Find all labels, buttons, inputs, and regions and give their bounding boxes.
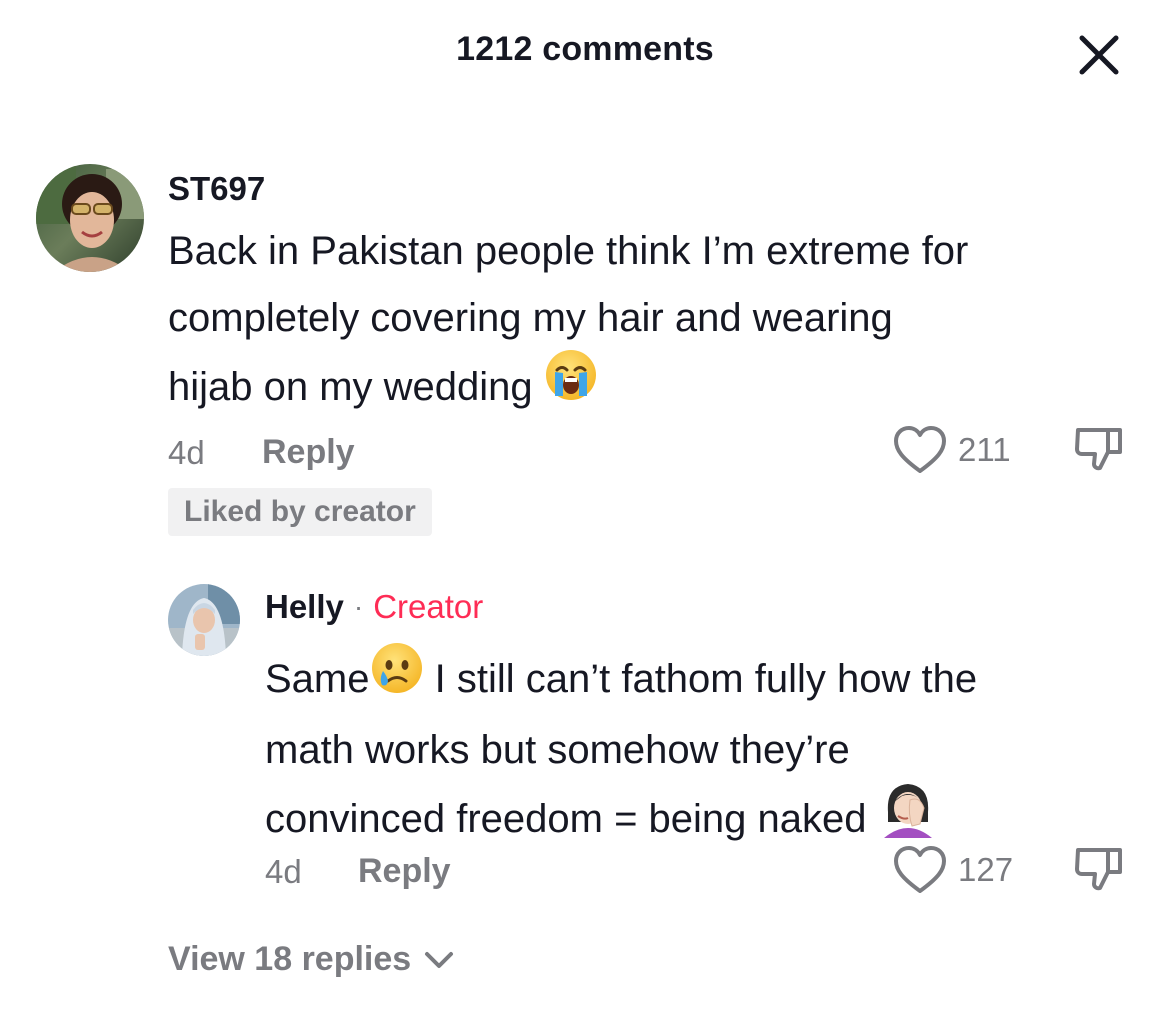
reply-button[interactable]: Reply	[358, 852, 451, 891]
comments-count-title: 1212 comments	[456, 30, 714, 68]
reply-text: Same I still can’t fathom fully how the	[265, 643, 1145, 861]
dislike-button[interactable]	[1072, 844, 1126, 899]
close-button[interactable]	[1072, 28, 1126, 82]
comment-text: Back in Pakistan people think I’m extrem…	[168, 218, 1128, 427]
like-count: 211	[958, 431, 1011, 468]
comments-header: 1212 comments	[0, 0, 1170, 110]
creator-tag: Creator	[373, 588, 484, 625]
comment-timestamp: 4d	[168, 434, 205, 471]
heart-icon	[894, 426, 946, 473]
close-icon	[1079, 35, 1119, 75]
comment-username[interactable]: ST697	[168, 170, 265, 208]
dislike-button[interactable]	[1072, 424, 1126, 479]
separator-dot: ·	[353, 591, 364, 622]
reply-username[interactable]: Helly	[265, 588, 344, 626]
sad-but-relieved-face-icon	[370, 641, 424, 714]
chevron-down-icon	[425, 951, 454, 968]
heart-icon	[894, 846, 946, 893]
view-replies-button[interactable]: View 18 replies	[168, 940, 457, 979]
reply-author-line: Helly · Creator	[265, 588, 483, 626]
comment-text-line: hijab on my wedding	[168, 350, 1128, 427]
comment-text-line: completely covering my hair and wearing	[168, 296, 893, 340]
like-count: 127	[958, 851, 1014, 888]
loudly-crying-face-icon	[544, 348, 598, 423]
avatar[interactable]	[168, 584, 240, 656]
comment-text-line: Back in Pakistan people think I’m extrem…	[168, 229, 969, 273]
view-replies-label: View 18 replies	[168, 940, 412, 978]
liked-by-creator-badge: Liked by creator	[168, 488, 432, 536]
like-button[interactable]: 127	[892, 844, 1013, 896]
thumbs-down-icon	[1075, 848, 1122, 891]
avatar[interactable]	[36, 164, 144, 272]
reply-text-line: Same I still can’t fathom fully how the	[265, 643, 1145, 718]
reply-timestamp: 4d	[265, 853, 302, 890]
like-button[interactable]: 211	[892, 424, 1011, 476]
thumbs-down-icon	[1075, 428, 1122, 471]
reply-text-line: math works but somehow they’re	[265, 728, 850, 772]
reply-button[interactable]: Reply	[262, 433, 355, 472]
